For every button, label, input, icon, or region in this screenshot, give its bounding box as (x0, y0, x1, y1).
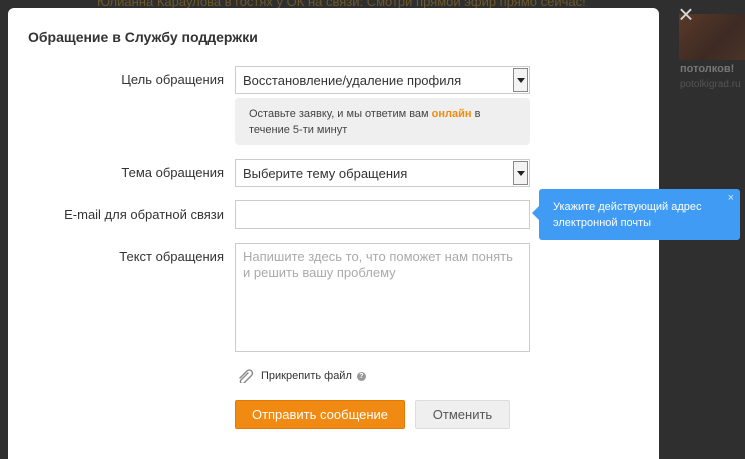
paperclip-icon (239, 369, 254, 383)
attach-file-link[interactable]: Прикрепить файл ? (237, 369, 366, 383)
modal-close-icon[interactable]: × (676, 1, 696, 27)
send-message-button[interactable]: Отправить сообщение (235, 400, 405, 429)
purpose-select[interactable]: Восстановление/удаление профиля (235, 66, 530, 94)
email-label: E-mail для обратной связи (64, 207, 224, 222)
topic-select[interactable]: Выберите тему обращения (235, 159, 530, 187)
topic-label: Тема обращения (121, 165, 224, 180)
email-field[interactable] (235, 200, 530, 229)
cancel-button[interactable]: Отменить (415, 400, 510, 429)
purpose-label: Цель обращения (121, 72, 224, 87)
message-label: Текст обращения (119, 249, 224, 264)
chevron-down-icon (513, 161, 528, 185)
hint-text-before: Оставьте заявку, и мы ответим вам (249, 108, 432, 120)
message-textarea[interactable] (235, 243, 530, 352)
purpose-select-value: Восстановление/удаление профиля (243, 73, 462, 88)
tooltip-close-icon[interactable]: × (728, 192, 734, 204)
attach-file-label: Прикрепить файл (261, 370, 352, 382)
purpose-hint: Оставьте заявку, и мы ответим вам онлайн… (235, 98, 530, 145)
background-thumbnail-url: potolkigrad.ru (680, 79, 741, 90)
tooltip-text: Укажите действующий адрес электронной по… (553, 201, 702, 229)
background-banner: Юлианна Караулова в гостях у ОК на связи… (97, 0, 586, 8)
email-tooltip: Укажите действующий адрес электронной по… (532, 189, 740, 240)
chevron-down-icon (513, 68, 528, 92)
topic-select-value: Выберите тему обращения (243, 166, 408, 181)
background-thumbnail-title: потолков! (680, 63, 735, 75)
hint-highlight: онлайн (431, 108, 472, 120)
help-icon[interactable]: ? (356, 371, 366, 381)
modal-title: Обращение в Службу поддержки (28, 29, 258, 45)
